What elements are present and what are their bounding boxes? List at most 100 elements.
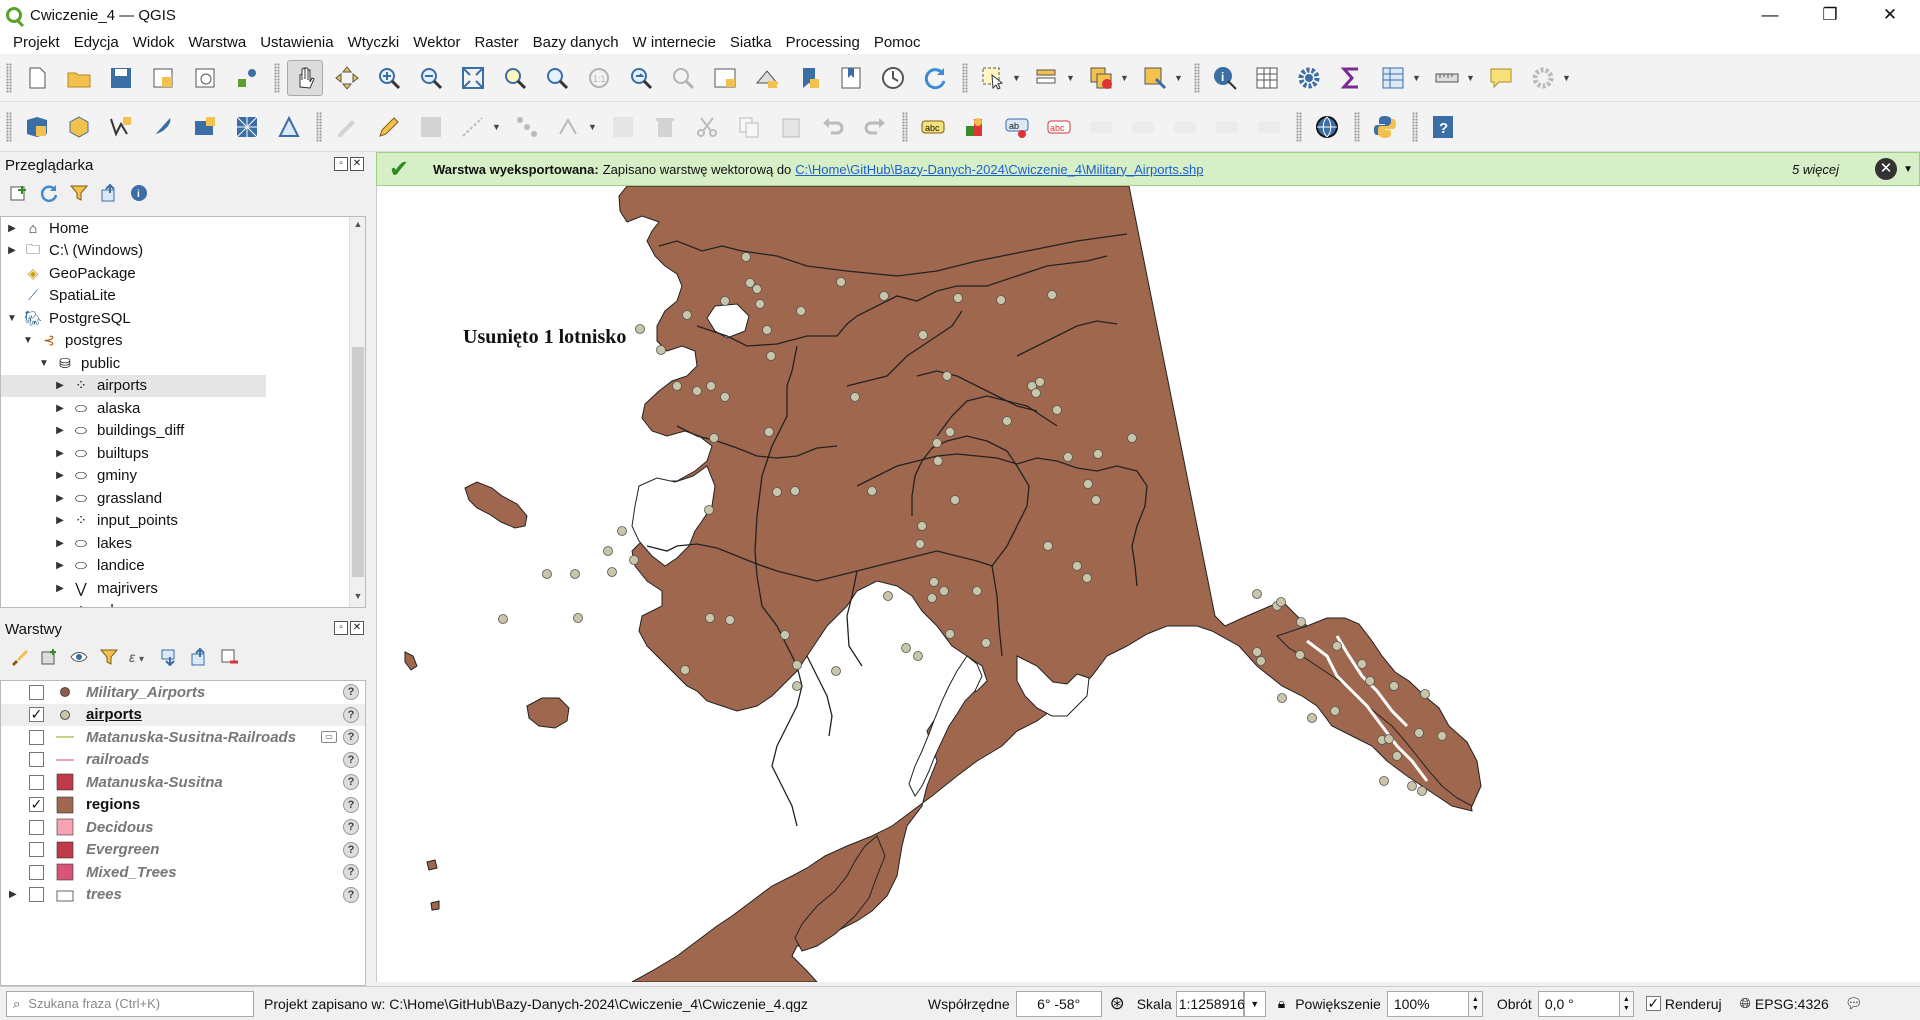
- table-dropdown-icon[interactable]: ▼: [1412, 73, 1422, 83]
- remove-layer-button[interactable]: [218, 646, 240, 668]
- menu-processing[interactable]: Processing: [786, 34, 860, 51]
- browser-item-nd[interactable]: ▶ ⁘ nd: [1, 600, 365, 607]
- zoom-in-button[interactable]: [371, 60, 407, 96]
- enable-properties-button[interactable]: i: [128, 182, 150, 204]
- toolbar-handle[interactable]: [274, 62, 280, 93]
- new-mesh-button[interactable]: [229, 109, 265, 145]
- browser-item-home[interactable]: ▶ ⌂ Home: [1, 217, 365, 240]
- select-location-dropdown-icon[interactable]: ▼: [1174, 73, 1184, 83]
- layer-diagram-button[interactable]: [957, 109, 993, 145]
- browser-item-postgresql[interactable]: ▼ 🐘︎ PostgreSQL: [1, 307, 365, 330]
- copy-features-button[interactable]: [731, 109, 767, 145]
- select-features-button[interactable]: [975, 60, 1011, 96]
- expand-arrow-icon[interactable]: ▶: [53, 380, 67, 391]
- new-geopackage-button[interactable]: [61, 109, 97, 145]
- map-canvas[interactable]: Usunięto 1 lotnisko: [376, 186, 1920, 982]
- layer-indicator-icon[interactable]: ?: [343, 684, 359, 701]
- pan-to-selection-button[interactable]: [329, 60, 365, 96]
- expand-arrow-icon[interactable]: ▶: [53, 583, 67, 594]
- zoom-to-selection-button[interactable]: [497, 60, 533, 96]
- show-hide-labels-button[interactable]: [1083, 109, 1119, 145]
- add-selected-layers-button[interactable]: [8, 182, 30, 204]
- expand-arrow-icon[interactable]: ▶: [53, 605, 67, 607]
- scroll-up-icon[interactable]: ▲: [350, 219, 365, 233]
- layer-indicator-icon[interactable]: ?: [343, 751, 359, 768]
- show-bookmarks-button[interactable]: [833, 60, 869, 96]
- deselect-dropdown-icon[interactable]: ▼: [1120, 73, 1130, 83]
- scroll-thumb[interactable]: [352, 347, 364, 577]
- python-console-button[interactable]: [1367, 109, 1403, 145]
- magnifier-field[interactable]: 100%: [1386, 990, 1469, 1017]
- layer-indicator-icon[interactable]: ?: [343, 729, 359, 746]
- layer-item-mixed-trees[interactable]: Mixed_Trees?: [1, 861, 365, 884]
- close-panel-button[interactable]: ✕: [350, 157, 364, 171]
- layer-visibility-checkbox[interactable]: ✓: [29, 797, 44, 813]
- layer-item-regions[interactable]: ✓ regions?: [1, 794, 365, 817]
- toolbar-handle[interactable]: [1412, 111, 1418, 142]
- message-dropdown-icon[interactable]: ▼: [1903, 164, 1913, 175]
- expand-arrow-icon[interactable]: ▶: [53, 515, 67, 526]
- close-message-button[interactable]: ✕: [1875, 158, 1897, 180]
- menu-pomoc[interactable]: Pomoc: [874, 34, 921, 51]
- zoom-out-button[interactable]: [413, 60, 449, 96]
- embedded-layer-icon[interactable]: ▭: [321, 731, 337, 744]
- layer-visibility-checkbox[interactable]: [29, 819, 44, 835]
- layer-visibility-checkbox[interactable]: [29, 729, 44, 745]
- style-manager-button[interactable]: [229, 60, 265, 96]
- browser-item-landice[interactable]: ▶ ⬭ landice: [1, 555, 365, 578]
- menu-warstwa[interactable]: Warstwa: [188, 34, 246, 51]
- processing-toolbox-button[interactable]: [1291, 60, 1327, 96]
- bookmark-button[interactable]: [791, 60, 827, 96]
- toolbar-handle[interactable]: [316, 111, 322, 142]
- browser-item-input-points[interactable]: ▶ ⁘ input_points: [1, 510, 365, 533]
- layer-indicator-icon[interactable]: ?: [343, 774, 359, 791]
- highlight-pinned-labels-button[interactable]: ab: [999, 109, 1035, 145]
- collapse-arrow-icon[interactable]: ▼: [5, 313, 19, 324]
- layer-indicator-icon[interactable]: ?: [343, 864, 359, 881]
- scale-field[interactable]: 1:1258916: [1175, 990, 1245, 1017]
- menu-siatka[interactable]: Siatka: [730, 34, 772, 51]
- new-shapefile-button[interactable]: [103, 109, 139, 145]
- measure-button[interactable]: [1429, 60, 1465, 96]
- collapse-all-layers-button[interactable]: [188, 646, 210, 668]
- crs-label[interactable]: EPSG:4326: [1755, 996, 1829, 1012]
- layer-visibility-checkbox[interactable]: [29, 887, 44, 903]
- select-location-button[interactable]: [1137, 60, 1173, 96]
- browser-item-buildings-diff[interactable]: ▶ ⬭ buildings_diff: [1, 420, 365, 443]
- layer-visibility-checkbox[interactable]: [29, 864, 44, 880]
- refresh-button[interactable]: [917, 60, 953, 96]
- float-panel-button[interactable]: ▫: [334, 621, 348, 635]
- map-tips-button[interactable]: [1483, 60, 1519, 96]
- float-panel-button[interactable]: ▫: [334, 157, 348, 171]
- toolbar-handle[interactable]: [962, 62, 968, 93]
- browser-item-postgres[interactable]: ▼ ⊰ postgres: [1, 330, 365, 353]
- help-button[interactable]: ?: [1425, 109, 1461, 145]
- layer-item-matanuska-susitna[interactable]: Matanuska-Susitna?: [1, 771, 365, 794]
- toolbar-handle[interactable]: [6, 62, 12, 93]
- expand-arrow-icon[interactable]: ▶: [53, 538, 67, 549]
- browser-item-lakes[interactable]: ▶ ⬭ lakes: [1, 532, 365, 555]
- layer-item-evergreen[interactable]: Evergreen?: [1, 839, 365, 862]
- layer-indicator-icon[interactable]: ?: [343, 841, 359, 858]
- map-svg[interactable]: [377, 186, 1920, 982]
- manage-map-themes-button[interactable]: [68, 646, 90, 668]
- measure-dropdown-icon[interactable]: ▼: [1466, 73, 1476, 83]
- expand-all-button[interactable]: [158, 646, 180, 668]
- coordinate-field[interactable]: 6° -58°: [1015, 990, 1102, 1017]
- expand-arrow-icon[interactable]: ▶: [53, 448, 67, 459]
- filter-by-expression-button[interactable]: ε ▾: [128, 646, 150, 668]
- collapse-arrow-icon[interactable]: ▼: [21, 335, 35, 346]
- locator-search[interactable]: ⌕ Szukana fraza (Ctrl+K): [6, 990, 254, 1017]
- toolbar-handle[interactable]: [1194, 62, 1200, 93]
- rotate-label-button[interactable]: [1167, 109, 1203, 145]
- browser-item-spatialite[interactable]: ⟋ SpatiaLite: [1, 285, 365, 308]
- toolbar-handle[interactable]: [6, 111, 12, 142]
- crs-globe-icon[interactable]: 🌐︎: [1740, 995, 1751, 1012]
- temporal-controller-button[interactable]: [875, 60, 911, 96]
- modify-attributes-button[interactable]: [605, 109, 641, 145]
- layer-visibility-checkbox[interactable]: [29, 752, 44, 768]
- new-virtual-layer-button[interactable]: [187, 109, 223, 145]
- open-layer-styling-button[interactable]: [8, 646, 30, 668]
- move-label-button[interactable]: [1125, 109, 1161, 145]
- vertex-editor-button[interactable]: [551, 109, 587, 145]
